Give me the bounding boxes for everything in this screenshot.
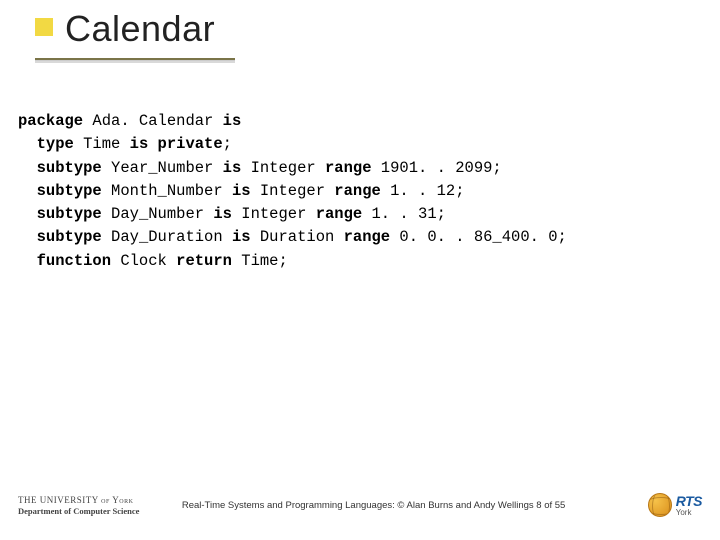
code-line: function Clock return Time; [18,250,567,273]
slide-title: Calendar [65,8,215,50]
code-text: Year_Number [102,159,223,177]
code-text: 1. . 12; [381,182,465,200]
slide-footer: THE UNIVERSITY of York Department of Com… [18,485,702,525]
code-keyword: return [176,252,232,270]
code-text: Clock [111,252,176,270]
code-text: Time; [232,252,288,270]
title-bullet-square [35,18,53,36]
code-text: 1901. . 2099; [372,159,502,177]
code-text: Day_Duration [102,228,232,246]
code-text: 0. 0. . 86_400. 0; [390,228,567,246]
code-keyword: is [213,205,232,223]
code-text [18,159,37,177]
code-line: type Time is private; [18,133,567,156]
code-line: subtype Day_Number is Integer range 1. .… [18,203,567,226]
code-text [18,228,37,246]
code-text: Time [74,135,130,153]
code-block: package Ada. Calendar is type Time is pr… [18,110,567,273]
code-keyword: type [37,135,74,153]
globe-icon [648,493,672,517]
code-line: package Ada. Calendar is [18,110,567,133]
code-text: Integer [251,182,335,200]
code-keyword: is private [130,135,223,153]
footer-center: Real-Time Systems and Programming Langua… [99,500,647,511]
code-text: 1. . 31; [362,205,446,223]
code-keyword: range [344,228,391,246]
code-keyword: subtype [37,159,102,177]
code-text: Integer [241,159,325,177]
rts-text: RTS [676,494,702,508]
rts-label: RTS York [676,494,702,517]
code-keyword: function [37,252,111,270]
code-line: subtype Year_Number is Integer range 190… [18,157,567,180]
code-keyword: is [232,228,251,246]
code-keyword: range [316,205,363,223]
code-text [18,205,37,223]
code-keyword: is [223,159,242,177]
footer-right: RTS York [648,493,702,517]
code-text: Integer [232,205,316,223]
code-keyword: package [18,112,83,130]
code-text: ; [223,135,232,153]
code-keyword: range [325,159,372,177]
title-underline-shadow [35,61,235,63]
code-text: Month_Number [102,182,232,200]
code-keyword: subtype [37,182,102,200]
code-text: Ada. Calendar [83,112,223,130]
code-text [18,252,37,270]
code-keyword: is [223,112,242,130]
slide-title-block: Calendar [35,8,215,50]
code-text: Day_Number [102,205,214,223]
code-line: subtype Day_Duration is Duration range 0… [18,226,567,249]
code-line: subtype Month_Number is Integer range 1.… [18,180,567,203]
code-keyword: subtype [37,228,102,246]
york-text: York [676,509,702,517]
code-text: Duration [251,228,344,246]
code-text [18,182,37,200]
code-text [18,135,37,153]
code-keyword: subtype [37,205,102,223]
code-keyword: is [232,182,251,200]
code-keyword: range [334,182,381,200]
